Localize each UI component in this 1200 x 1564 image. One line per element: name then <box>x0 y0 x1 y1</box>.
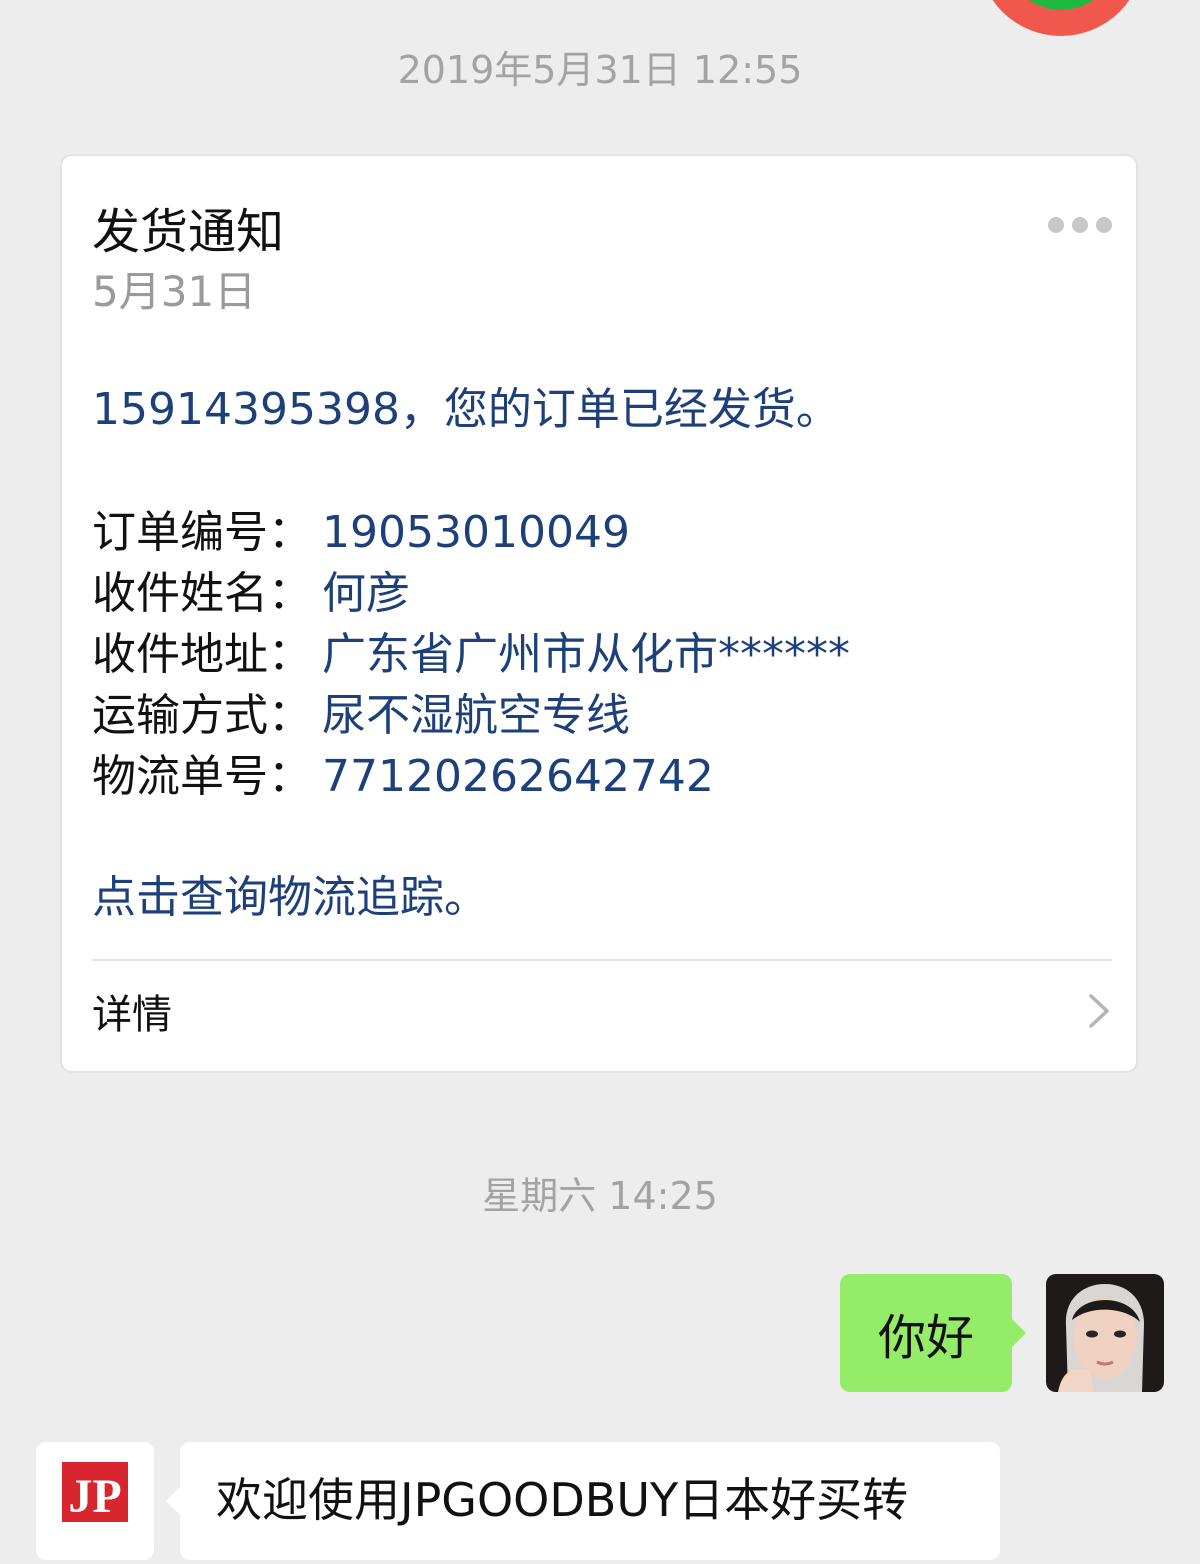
track-logistics-link[interactable]: 点击查询物流追踪。 <box>92 870 488 926</box>
dot <box>1072 217 1088 233</box>
field-value: 广东省广州市从化市****** <box>322 628 850 680</box>
received-message-bubble[interactable]: 欢迎使用JPGOODBUY日本好买转 <box>166 1442 1000 1560</box>
card-divider <box>92 959 1112 961</box>
field-label: 收件地址： <box>92 628 312 680</box>
field-value: 尿不湿航空专线 <box>322 689 630 741</box>
bubble-tail <box>1011 1318 1026 1348</box>
field-order-number: 订单编号： 19053010049 <box>92 502 850 563</box>
user-avatar[interactable] <box>1046 1274 1164 1392</box>
chat-timestamp: 星期六 14:25 <box>482 1174 718 1218</box>
card-intro-text: 15914395398，您的订单已经发货。 <box>92 384 840 435</box>
shipping-notice-card[interactable]: 发货通知 5月31日 15914395398，您的订单已经发货。 订单编号： 1… <box>60 154 1138 1073</box>
received-message-text: 欢迎使用JPGOODBUY日本好买转 <box>216 1473 909 1527</box>
dot <box>1096 217 1112 233</box>
dot <box>1048 217 1064 233</box>
chat-timestamp: 2019年5月31日 12:55 <box>397 48 803 92</box>
card-title: 发货通知 <box>92 204 285 260</box>
details-button[interactable]: 详情 <box>92 962 1112 1060</box>
bubble-tail <box>166 1486 181 1516</box>
field-label: 运输方式： <box>92 689 312 741</box>
avatar-photo <box>1046 1274 1164 1392</box>
top-avatar-inner <box>1004 0 1118 10</box>
sent-message-text: 你好 <box>877 1310 974 1366</box>
field-recipient-address: 收件地址： 广东省广州市从化市****** <box>92 624 850 685</box>
field-label: 订单编号： <box>92 506 312 558</box>
top-avatar[interactable] <box>978 0 1144 36</box>
field-value: 何彦 <box>322 567 410 619</box>
field-value: 77120262642742 <box>322 750 714 802</box>
field-label: 物流单号： <box>92 750 312 802</box>
sent-message-bubble[interactable]: 你好 <box>840 1274 1026 1392</box>
order-fields: 订单编号： 19053010049 收件姓名： 何彦 收件地址： 广东省广州市从… <box>92 502 850 807</box>
details-label: 详情 <box>92 992 172 1038</box>
field-recipient-name: 收件姓名： 何彦 <box>92 563 850 624</box>
jp-logo-icon: JP <box>62 1462 128 1523</box>
field-value: 19053010049 <box>322 506 630 558</box>
svg-text:JP: JP <box>68 1470 121 1523</box>
chevron-right-icon <box>1089 994 1109 1028</box>
field-label: 收件姓名： <box>92 567 312 619</box>
card-date: 5月31日 <box>92 267 257 316</box>
field-shipping-method: 运输方式： 尿不湿航空专线 <box>92 685 850 746</box>
more-options-icon[interactable] <box>1048 214 1112 236</box>
field-tracking-number: 物流单号： 77120262642742 <box>92 746 850 807</box>
sender-avatar[interactable]: JP <box>36 1442 154 1560</box>
